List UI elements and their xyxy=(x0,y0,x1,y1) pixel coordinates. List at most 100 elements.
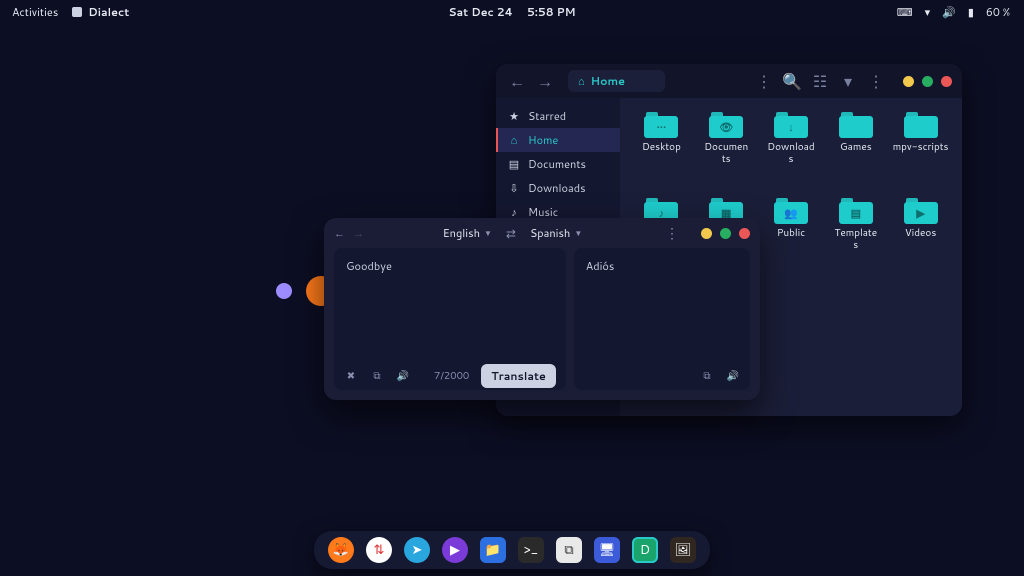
sidebar-item-label: Starred xyxy=(528,108,566,124)
folder-label: Videos xyxy=(905,228,936,240)
nav-back-button[interactable]: ← xyxy=(506,70,528,92)
dock-media-icon[interactable]: ▶ xyxy=(442,537,468,563)
dialect-header: ← → English ▼ ⇄ Spanish ▼ ⋮ xyxy=(324,218,760,248)
target-text-output: Adiós xyxy=(574,248,750,362)
search-button[interactable]: 🔍 xyxy=(781,70,803,92)
folder-icon: ↓ xyxy=(774,112,808,138)
window-controls xyxy=(903,76,952,87)
path-menu-button[interactable]: ⋮ xyxy=(753,70,775,92)
sidebar-item-downloads[interactable]: ⇩ Downloads xyxy=(496,176,620,200)
folder-label: Templates xyxy=(834,228,877,251)
files-header: ← → ⌂ Home ⋮ 🔍 ☷ ▾ ⋮ xyxy=(496,64,962,98)
source-text-input[interactable]: Goodbye xyxy=(334,248,566,362)
battery-percent: 60 % xyxy=(986,4,1010,20)
folder-label: Games xyxy=(840,142,872,154)
top-bar: Activities Dialect Sat Dec 24 5:58 PM ⌨ … xyxy=(0,0,1024,24)
nav-forward-button[interactable]: → xyxy=(534,70,556,92)
path-label: Home xyxy=(591,73,625,89)
folder-desktop[interactable]: ··· Desktop xyxy=(630,112,693,192)
maximize-button[interactable] xyxy=(720,228,731,239)
window-controls xyxy=(701,228,750,239)
folder-mpv-scripts[interactable]: mpv-scripts xyxy=(889,112,952,192)
sidebar-item-label: Home xyxy=(528,132,558,148)
folder-icon: ··· xyxy=(644,112,678,138)
folder-public[interactable]: 👥 Public xyxy=(760,198,823,278)
wallpaper-shape xyxy=(276,283,292,299)
folder-downloads[interactable]: ↓ Downloads xyxy=(760,112,823,192)
dock-terminal-icon[interactable]: >_ xyxy=(518,537,544,563)
folder-documents[interactable]: 👁 Documents xyxy=(695,112,758,192)
path-bar[interactable]: ⌂ Home xyxy=(568,70,665,92)
view-toggle-button[interactable]: ☷ xyxy=(809,70,831,92)
sidebar-item-starred[interactable]: ★ Starred xyxy=(496,104,620,128)
source-pane: Goodbye ✖ ⧉ 🔊 7/2000 Translate xyxy=(334,248,566,390)
dialect-window: ← → English ▼ ⇄ Spanish ▼ ⋮ Goodbye ✖ ⧉ … xyxy=(324,218,760,400)
volume-icon: 🔊 xyxy=(942,4,956,20)
listen-source-button[interactable]: 🔊 xyxy=(396,369,410,383)
clock[interactable]: Sat Dec 24 5:58 PM xyxy=(448,4,575,20)
date-label: Sat Dec 24 xyxy=(448,4,513,20)
home-icon: ⌂ xyxy=(578,73,585,89)
target-language-selector[interactable]: Spanish ▼ xyxy=(530,225,582,241)
dock-files-icon[interactable]: 📁 xyxy=(480,537,506,563)
home-icon: ⌂ xyxy=(508,132,520,148)
folder-label: Desktop xyxy=(642,142,681,154)
chevron-down-icon: ▼ xyxy=(574,227,582,239)
folder-icon xyxy=(839,112,873,138)
close-button[interactable] xyxy=(739,228,750,239)
sidebar-item-label: Downloads xyxy=(528,180,586,196)
downloads-icon: ⇩ xyxy=(508,180,520,196)
folder-icon: ▤ xyxy=(839,198,873,224)
folder-label: Documents xyxy=(704,142,748,165)
dock-transmission-icon[interactable]: ⇅ xyxy=(366,537,392,563)
status-area[interactable]: ⌨ ▾ 🔊 ▮ 60 % xyxy=(897,4,1024,20)
network-icon: ▾ xyxy=(925,4,931,20)
clear-button[interactable]: ✖ xyxy=(344,369,358,383)
folder-label: mpv-scripts xyxy=(893,142,949,154)
dock-display-icon[interactable]: 🖥 xyxy=(594,537,620,563)
history-forward-button[interactable]: → xyxy=(353,225,364,241)
target-language-label: Spanish xyxy=(530,225,570,241)
dock: 🦊 ⇅ ➤ ▶ 📁 >_ ⧉ 🖥 D 🖼 xyxy=(314,531,710,569)
hamburger-menu-button[interactable]: ⋮ xyxy=(865,70,887,92)
source-language-selector[interactable]: English ▼ xyxy=(443,225,492,241)
source-language-label: English xyxy=(443,225,480,241)
maximize-button[interactable] xyxy=(922,76,933,87)
dock-telegram-icon[interactable]: ➤ xyxy=(404,537,430,563)
listen-target-button[interactable]: 🔊 xyxy=(726,369,740,383)
char-counter: 7/2000 xyxy=(434,369,469,383)
active-app-indicator[interactable]: Dialect xyxy=(72,4,129,20)
sidebar-item-documents[interactable]: ▤Documents xyxy=(496,152,620,176)
target-pane: Adiós ⧉ 🔊 xyxy=(574,248,750,390)
copy-button[interactable]: ⧉ xyxy=(700,369,714,383)
folder-label: Public xyxy=(777,228,805,240)
folder-videos[interactable]: ▶ Videos xyxy=(889,198,952,278)
folder-label: Downloads xyxy=(767,142,814,165)
dock-screenshot-icon[interactable]: ⧉ xyxy=(556,537,582,563)
folder-icon: 👥 xyxy=(774,198,808,224)
swap-languages-button[interactable]: ⇄ xyxy=(500,225,522,242)
paste-button[interactable]: ⧉ xyxy=(370,369,384,383)
active-app-name: Dialect xyxy=(88,4,129,20)
time-label: 5:58 PM xyxy=(527,4,576,20)
chevron-down-icon: ▼ xyxy=(484,227,492,239)
folder-icon xyxy=(904,112,938,138)
translate-button[interactable]: Translate xyxy=(481,364,555,388)
dock-image-viewer-icon[interactable]: 🖼 xyxy=(670,537,696,563)
folder-icon: 👁 xyxy=(709,112,743,138)
app-icon xyxy=(72,7,82,17)
folder-templates[interactable]: ▤ Templates xyxy=(824,198,887,278)
history-back-button[interactable]: ← xyxy=(334,225,345,241)
activities-button[interactable]: Activities xyxy=(12,4,58,20)
folder-icon: ▶ xyxy=(904,198,938,224)
app-menu-button[interactable]: ⋮ xyxy=(661,223,683,243)
minimize-button[interactable] xyxy=(701,228,712,239)
folder-games[interactable]: Games xyxy=(824,112,887,192)
sidebar-item-home[interactable]: ⌂ Home xyxy=(496,128,620,152)
dock-dialect-icon[interactable]: D xyxy=(632,537,658,563)
starred-icon: ★ xyxy=(508,108,520,124)
minimize-button[interactable] xyxy=(903,76,914,87)
view-options-button[interactable]: ▾ xyxy=(837,70,859,92)
close-button[interactable] xyxy=(941,76,952,87)
dock-firefox-icon[interactable]: 🦊 xyxy=(328,537,354,563)
